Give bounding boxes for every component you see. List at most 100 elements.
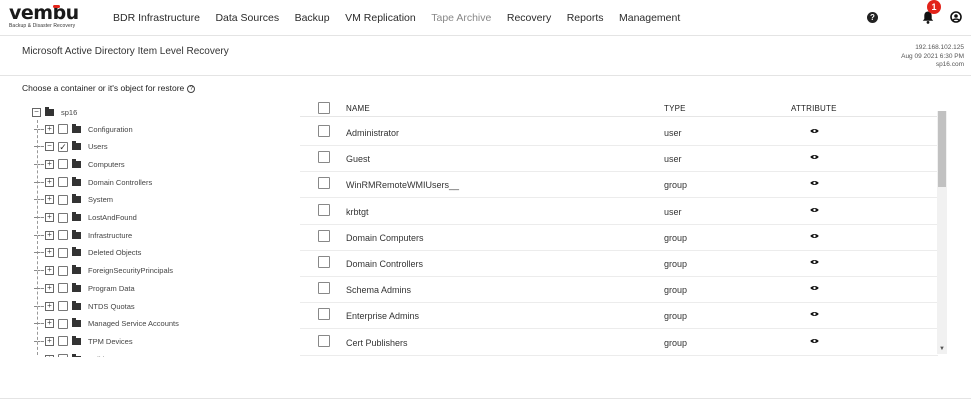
expand-icon[interactable]: + [45, 124, 54, 134]
menu-vm-replication[interactable]: VM Replication [345, 12, 416, 24]
eye-icon[interactable] [810, 233, 819, 239]
tree-node-checkbox[interactable] [58, 212, 68, 223]
tree-root[interactable]: − sp16 [32, 106, 77, 118]
tree-node-checkbox[interactable] [58, 283, 68, 294]
vembu-logo[interactable]: vembu Backup & Disaster Recovery [9, 3, 99, 31]
row-type: user [664, 154, 682, 165]
tree-node[interactable]: + NTDS Quotas [34, 299, 135, 313]
row-checkbox[interactable] [318, 256, 330, 268]
tree-node-checkbox[interactable]: ✓ [58, 141, 68, 152]
table-scrollbar[interactable]: ▼ [937, 111, 947, 354]
row-checkbox[interactable] [318, 151, 330, 164]
eye-icon[interactable] [810, 180, 819, 186]
expand-icon[interactable]: + [45, 230, 54, 240]
table-row[interactable]: krbtgt user [300, 199, 938, 225]
menu-reports[interactable]: Reports [567, 12, 604, 24]
tree-node[interactable]: + Builtin [34, 352, 108, 357]
logo-accent [53, 5, 60, 8]
table-row[interactable]: Schema Admins group [300, 277, 938, 304]
eye-icon[interactable] [810, 285, 819, 291]
tree-node[interactable]: + TPM Devices [34, 334, 133, 348]
row-checkbox[interactable] [318, 334, 330, 347]
tree-node-label: Configuration [88, 124, 133, 134]
expand-icon[interactable]: + [45, 266, 54, 276]
expand-icon[interactable]: + [45, 213, 54, 222]
collapse-icon[interactable]: − [32, 107, 41, 117]
help-icon[interactable]: ? [867, 12, 878, 23]
page-header: Microsoft Active Directory Item Level Re… [0, 36, 971, 76]
tree-node-checkbox[interactable] [58, 354, 68, 357]
expand-icon[interactable]: − [45, 142, 54, 152]
eye-icon[interactable] [810, 207, 819, 213]
table-row[interactable]: Domain Computers group [300, 225, 938, 251]
eye-icon[interactable] [810, 128, 819, 134]
eye-icon[interactable] [810, 259, 819, 265]
row-checkbox[interactable] [318, 125, 330, 137]
menu-data-sources[interactable]: Data Sources [215, 12, 279, 24]
expand-icon[interactable]: + [45, 195, 54, 205]
tree-node-checkbox[interactable] [58, 301, 68, 311]
tree-node-checkbox[interactable] [58, 336, 68, 347]
expand-icon[interactable]: + [45, 177, 54, 187]
table-row[interactable]: Administrator user [300, 120, 938, 146]
tree-node[interactable]: − ✓ Users [34, 140, 108, 154]
tree-node-label: Domain Controllers [88, 177, 153, 187]
tree-node-checkbox[interactable] [58, 318, 68, 329]
expand-icon[interactable]: + [45, 283, 54, 293]
eye-icon[interactable] [810, 311, 819, 317]
tree-node[interactable]: + Managed Service Accounts [34, 317, 179, 331]
tree-node-checkbox[interactable] [58, 265, 68, 276]
tree-node-checkbox[interactable] [58, 159, 68, 170]
tree-node[interactable]: + Program Data [34, 281, 135, 295]
menu-backup[interactable]: Backup [295, 12, 330, 24]
eye-icon[interactable] [810, 154, 819, 160]
tree-node[interactable]: + ForeignSecurityPrincipals [34, 264, 173, 278]
expand-icon[interactable]: + [45, 159, 54, 169]
expand-icon[interactable]: + [45, 336, 54, 346]
row-checkbox[interactable] [318, 203, 330, 216]
table-row[interactable]: Cert Publishers group [300, 330, 938, 356]
expand-icon[interactable]: + [45, 248, 54, 258]
table-row[interactable]: WinRMRemoteWMIUsers__ group [300, 172, 938, 199]
tree-node[interactable]: + LostAndFound [34, 211, 137, 225]
tree-node-checkbox[interactable] [58, 194, 68, 205]
table-row[interactable]: Enterprise Admins group [300, 303, 938, 330]
scrollbar-thumb[interactable] [938, 111, 946, 187]
menu-recovery[interactable]: Recovery [507, 12, 551, 24]
table-row[interactable]: Guest user [300, 146, 938, 173]
tree-connector [34, 217, 44, 218]
tree-node-checkbox[interactable] [58, 247, 68, 258]
row-checkbox[interactable] [318, 308, 330, 321]
tree-node-checkbox[interactable] [58, 124, 68, 134]
expand-icon[interactable]: + [45, 319, 54, 329]
server-ip: 192.168.102.125 [915, 44, 964, 51]
menu-bdr-infrastructure[interactable]: BDR Infrastructure [113, 12, 200, 24]
row-checkbox[interactable] [318, 229, 330, 242]
tree-node[interactable]: + Configuration [34, 122, 133, 136]
expand-icon[interactable]: + [45, 354, 54, 357]
notification-badge[interactable]: 1 [927, 0, 941, 14]
scroll-down-icon[interactable]: ▼ [939, 346, 945, 352]
row-checkbox[interactable] [318, 282, 330, 295]
expand-icon[interactable]: + [45, 301, 54, 311]
tree-connector [34, 270, 44, 272]
tree-node-checkbox[interactable] [58, 230, 68, 241]
tree-node[interactable]: + System [34, 193, 113, 207]
tree-node-label: LostAndFound [88, 213, 137, 222]
tree-node-checkbox[interactable] [58, 177, 68, 188]
tree-node-label: ForeignSecurityPrincipals [88, 266, 174, 276]
user-icon[interactable] [950, 11, 962, 23]
eye-icon[interactable] [810, 338, 819, 344]
menu-tape-archive[interactable]: Tape Archive [431, 12, 491, 24]
tree-node[interactable]: + Computers [34, 157, 125, 171]
tree-node[interactable]: + Domain Controllers [34, 175, 152, 189]
menu-management[interactable]: Management [619, 12, 680, 24]
folder-icon [72, 123, 81, 133]
table-row[interactable]: Domain Controllers group [300, 251, 938, 277]
tree-node[interactable]: + Deleted Objects [34, 246, 141, 260]
row-checkbox[interactable] [318, 177, 330, 190]
select-all-checkbox[interactable] [318, 102, 330, 114]
info-icon[interactable]: ? [187, 84, 196, 93]
tree-node[interactable]: + Infrastructure [34, 228, 132, 242]
column-type: TYPE [664, 104, 686, 113]
